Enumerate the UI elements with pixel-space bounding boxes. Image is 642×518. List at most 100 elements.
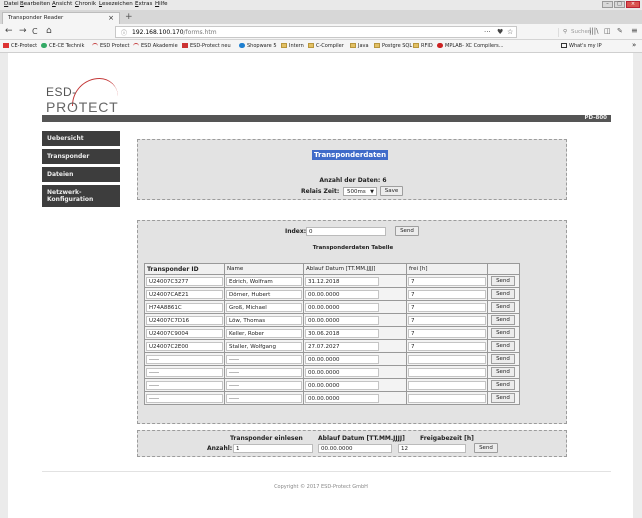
site-info-icon[interactable]: ⓘ: [121, 28, 127, 37]
transponder-id-field[interactable]: U24007CAE21: [146, 289, 223, 299]
menu-hilfe[interactable]: Hilfe: [155, 1, 168, 7]
row-send-button[interactable]: Send: [491, 302, 515, 312]
free-hours-field[interactable]: 7: [408, 341, 486, 351]
sidebar-icon[interactable]: ◫: [604, 27, 611, 35]
library-icon[interactable]: |||\: [589, 27, 598, 35]
name-field[interactable]: Groß, Michael: [226, 302, 302, 312]
name-field[interactable]: -----: [226, 393, 302, 403]
expiry-date-field[interactable]: 00.00.0000: [305, 302, 379, 312]
bookmark-postgre-sql[interactable]: Postgre SQL: [374, 43, 412, 49]
expiry-date-input[interactable]: 00.00.0000: [318, 444, 392, 453]
transponder-id-field[interactable]: H74A8861C: [146, 302, 223, 312]
transponder-id-field[interactable]: -----: [146, 380, 223, 390]
row-send-button[interactable]: Send: [491, 367, 515, 377]
read-send-button[interactable]: Send: [474, 443, 498, 453]
transponder-id-field[interactable]: -----: [146, 393, 223, 403]
extension-icon[interactable]: ✎: [617, 27, 623, 35]
sidebar-item-uebersicht[interactable]: Uebersicht: [42, 131, 120, 149]
bookmark-mplab[interactable]: MPLAB- XC Compilers...: [437, 43, 504, 49]
transponder-id-field[interactable]: -----: [146, 367, 223, 377]
bookmark-esd-akademie[interactable]: ESD Akademie: [133, 43, 178, 49]
free-hours-field[interactable]: 7: [408, 315, 486, 325]
bookmark-java[interactable]: Java: [350, 43, 369, 49]
forward-icon[interactable]: →: [19, 26, 27, 36]
menu-ansicht[interactable]: Ansicht: [52, 1, 72, 7]
name-field[interactable]: Edrich, Wolfram: [226, 276, 302, 286]
release-time-input[interactable]: 12: [398, 444, 466, 453]
reload-icon[interactable]: C: [32, 27, 38, 36]
tab-close-icon[interactable]: ×: [108, 14, 114, 22]
row-send-button[interactable]: Send: [491, 328, 515, 338]
bookmark-ce-ce-technik[interactable]: CE-CE Technik: [41, 43, 84, 49]
bookmark-esd-protect-neu[interactable]: ESD-Protect neu: [182, 43, 231, 49]
bookmark-shopware[interactable]: Shopware 5: [239, 43, 277, 49]
menu-bearbeiten[interactable]: Bearbeiten: [20, 1, 50, 7]
row-send-button[interactable]: Send: [491, 354, 515, 364]
tab-transponder-reader[interactable]: Transponder Reader ×: [2, 12, 120, 24]
minimize-button[interactable]: –: [602, 1, 613, 8]
back-icon[interactable]: ←: [5, 26, 13, 36]
transponder-id-field[interactable]: U24007C2E00: [146, 341, 223, 351]
bookmark-esd-protect[interactable]: ESD Protect: [92, 43, 129, 49]
bookmarks-overflow-icon[interactable]: »: [632, 41, 636, 49]
free-hours-field[interactable]: 7: [408, 328, 486, 338]
free-hours-field[interactable]: 7: [408, 276, 486, 286]
bookmark-c-compiler[interactable]: C-Compiler: [308, 43, 344, 49]
name-field[interactable]: -----: [226, 367, 302, 377]
name-field[interactable]: Keller, Rober: [226, 328, 302, 338]
expiry-date-field[interactable]: 31.12.2018: [305, 276, 379, 286]
menu-extras[interactable]: Extras: [135, 1, 152, 7]
maximize-button[interactable]: □: [614, 1, 625, 8]
menu-lesezeichen[interactable]: Lesezeichen: [99, 1, 133, 7]
row-send-button[interactable]: Send: [491, 341, 515, 351]
free-hours-field[interactable]: [408, 354, 486, 364]
free-hours-field[interactable]: [408, 367, 486, 377]
hamburger-menu-icon[interactable]: ≡: [631, 26, 638, 35]
page-actions-icon[interactable]: ···: [484, 28, 491, 36]
pocket-icon[interactable]: ♥: [497, 28, 503, 36]
bookmark-star-icon[interactable]: ☆: [507, 28, 513, 36]
free-hours-field[interactable]: [408, 380, 486, 390]
transponder-id-field[interactable]: U24007C7D16: [146, 315, 223, 325]
bookmark-whats-my-ip[interactable]: What's my IP: [561, 43, 602, 49]
bookmark-ce-protect[interactable]: CE-Protect: [3, 43, 37, 49]
new-tab-icon[interactable]: +: [125, 12, 133, 22]
expiry-date-field[interactable]: 00.00.0000: [305, 315, 379, 325]
relais-select[interactable]: 500ms ▼: [343, 187, 377, 196]
expiry-date-field[interactable]: 30.06.2018: [305, 328, 379, 338]
row-send-button[interactable]: Send: [491, 315, 515, 325]
window-close-button[interactable]: ×: [626, 1, 640, 8]
name-field[interactable]: Löw, Thomas: [226, 315, 302, 325]
save-button[interactable]: Save: [380, 186, 403, 196]
free-hours-field[interactable]: [408, 393, 486, 403]
transponder-id-field[interactable]: -----: [146, 354, 223, 364]
menu-chronik[interactable]: Chronik: [75, 1, 96, 7]
row-send-button[interactable]: Send: [491, 380, 515, 390]
home-icon[interactable]: ⌂: [46, 26, 52, 36]
expiry-date-field[interactable]: 00.00.0000: [305, 289, 379, 299]
url-bar[interactable]: ⓘ 192.168.100.170/forms.htm ··· ♥ ☆ ⚲ Su…: [115, 26, 591, 38]
row-send-button[interactable]: Send: [491, 289, 515, 299]
index-send-button[interactable]: Send: [395, 226, 419, 236]
row-send-button[interactable]: Send: [491, 393, 515, 403]
sidebar-item-netzwerk-konfiguration[interactable]: Netzwerk- Konfiguration: [42, 185, 120, 210]
free-hours-field[interactable]: 7: [408, 289, 486, 299]
expiry-date-field[interactable]: 00.00.0000: [305, 354, 379, 364]
sidebar-item-dateien[interactable]: Dateien: [42, 167, 120, 185]
bookmark-intern[interactable]: Intern: [281, 43, 304, 49]
name-field[interactable]: -----: [226, 380, 302, 390]
expiry-date-field[interactable]: 27.07.2027: [305, 341, 379, 351]
menu-datei[interactable]: Datei: [4, 1, 19, 7]
expiry-date-field[interactable]: 00.00.0000: [305, 380, 379, 390]
transponder-id-field[interactable]: U24007C9004: [146, 328, 223, 338]
expiry-date-field[interactable]: 00.00.0000: [305, 367, 379, 377]
bookmark-rfid[interactable]: RFID: [413, 43, 433, 49]
row-send-button[interactable]: Send: [491, 276, 515, 286]
index-input[interactable]: 0: [306, 227, 386, 236]
transponder-id-field[interactable]: U24007C3277: [146, 276, 223, 286]
name-field[interactable]: Dörner, Hubert: [226, 289, 302, 299]
sidebar-item-transponder[interactable]: Transponder: [42, 149, 120, 167]
count-input[interactable]: 1: [233, 444, 313, 453]
free-hours-field[interactable]: 7: [408, 302, 486, 312]
name-field[interactable]: Staller, Wolfgang: [226, 341, 302, 351]
